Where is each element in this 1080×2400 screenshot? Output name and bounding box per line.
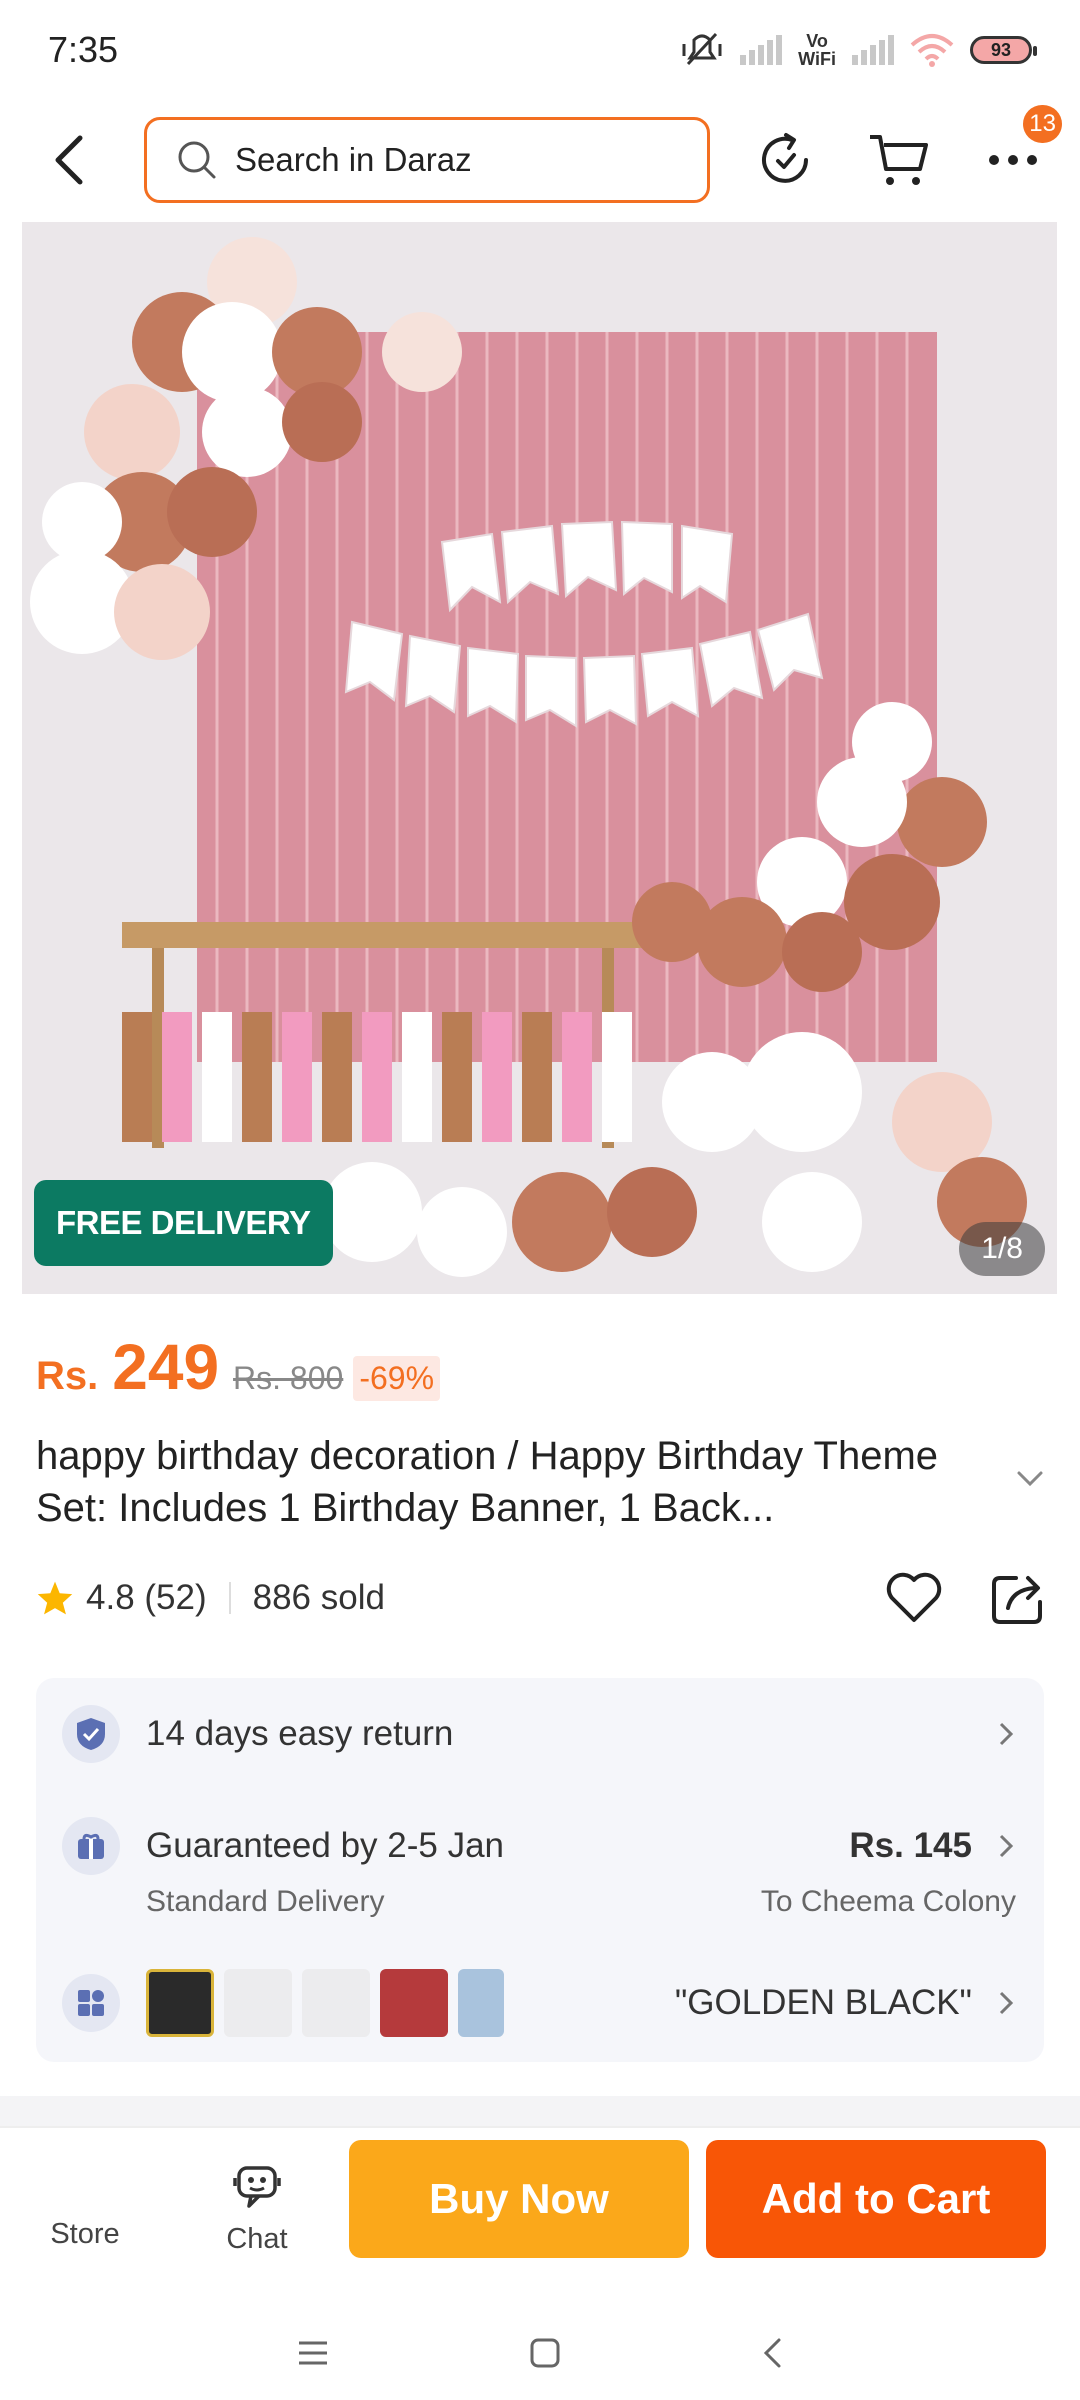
delivery-type: Standard Delivery [146, 1885, 385, 1918]
recent-history-button[interactable] [740, 115, 830, 205]
more-menu-button[interactable]: 13 [968, 105, 1062, 205]
system-nav-bar [0, 2306, 1080, 2400]
variant-swatch-golden-black[interactable] [146, 1969, 214, 2037]
image-counter: 1/8 [959, 1222, 1045, 1276]
delivery-box-icon [62, 1817, 120, 1875]
variant-swatch-empty[interactable] [224, 1969, 292, 2037]
status-icons: Vo WiFi 93 [680, 30, 1037, 70]
variant-row[interactable]: "GOLDEN BLACK" [36, 1968, 1044, 2038]
battery-icon: 93 [970, 36, 1037, 64]
delivery-sub-row: Standard Delivery To Cheema Colony [36, 1878, 1044, 1926]
back-nav-icon[interactable] [761, 2337, 783, 2369]
menu-nav-icon[interactable] [297, 2339, 329, 2367]
product-photo [22, 222, 1057, 1294]
shield-check-icon [62, 1705, 120, 1763]
store-button[interactable]: Store [10, 2158, 160, 2251]
chevron-right-icon [999, 1722, 1014, 1746]
discount-badge: -69% [353, 1356, 441, 1401]
expand-title-chevron-icon[interactable] [1016, 1470, 1044, 1488]
free-delivery-badge: FREE DELIVERY [34, 1180, 333, 1266]
variant-swatch-red[interactable] [380, 1969, 448, 2037]
home-nav-icon[interactable] [529, 2337, 561, 2369]
product-title[interactable]: happy birthday decoration / Happy Birthd… [36, 1430, 1006, 1534]
wishlist-heart-icon[interactable] [884, 1570, 944, 1624]
price-row: Rs. 249 Rs. 800 -69% [36, 1330, 441, 1404]
delivery-row[interactable]: Guaranteed by 2-5 Jan Rs. 145 [36, 1816, 1044, 1876]
star-icon [37, 1581, 73, 1615]
more-dots-icon [989, 155, 1037, 165]
vowifi-icon: Vo WiFi [798, 31, 836, 69]
search-icon [178, 141, 216, 179]
variant-swatch-blue[interactable] [458, 1969, 504, 2037]
back-button[interactable] [20, 110, 120, 210]
mute-vibrate-icon [682, 32, 722, 66]
delivery-fee: Rs. 145 [849, 1826, 972, 1865]
battery-level: 93 [990, 39, 1012, 60]
chevron-right-icon [999, 1991, 1014, 2015]
signal-icon-2 [852, 35, 894, 65]
bottom-action-bar: Store Chat Buy Now Add to Cart [0, 2126, 1080, 2306]
history-icon [762, 133, 808, 183]
currency-label: Rs. [36, 1354, 99, 1398]
store-label: Store [50, 2218, 120, 2250]
service-info-card: 14 days easy return Guaranteed by 2-5 Ja… [36, 1678, 1044, 2062]
original-price: Rs. 800 [233, 1360, 344, 1396]
rating-row: 4.8 (52) 886 sold [36, 1568, 1046, 1628]
variants-grid-icon [62, 1974, 120, 2032]
product-image-gallery[interactable]: FREE DELIVERY 1/8 [22, 222, 1057, 1294]
chat-button[interactable]: Chat [182, 2158, 332, 2256]
add-to-cart-button[interactable]: Add to Cart [706, 2140, 1046, 2258]
selected-variant: "GOLDEN BLACK" [674, 1983, 972, 2022]
status-bar: 7:35 Vo WiFi 93 [0, 0, 1080, 100]
chat-label: Chat [226, 2223, 288, 2255]
search-placeholder: Search in Daraz [235, 141, 472, 178]
back-arrow-icon [55, 135, 83, 185]
share-icon[interactable] [990, 1570, 1046, 1626]
buy-now-button[interactable]: Buy Now [349, 2140, 689, 2258]
rating-divider [228, 1582, 231, 1614]
header: Search in Daraz 13 [0, 100, 1080, 220]
search-input[interactable]: Search in Daraz [144, 117, 710, 203]
cart-icon [870, 135, 928, 185]
wifi-icon [910, 34, 954, 67]
notification-badge: 13 [1023, 105, 1062, 143]
variant-swatch-empty[interactable] [302, 1969, 370, 2037]
return-policy-text: 14 days easy return [146, 1714, 454, 1753]
signal-icon [740, 35, 783, 65]
section-separator [0, 2096, 1080, 2126]
sold-count: 886 sold [252, 1578, 385, 1617]
delivery-location[interactable]: To Cheema Colony [761, 1885, 1016, 1919]
return-policy-row[interactable]: 14 days easy return [36, 1704, 1044, 1764]
delivery-guarantee: Guaranteed by 2-5 Jan [146, 1826, 505, 1865]
store-icon [10, 2158, 160, 2210]
chevron-right-icon [999, 1834, 1014, 1858]
rating-value[interactable]: 4.8 (52) [86, 1578, 207, 1618]
cart-button[interactable] [854, 115, 944, 205]
status-time: 7:35 [48, 29, 119, 70]
current-price: 249 [112, 1331, 220, 1403]
chat-robot-icon [233, 2166, 281, 2208]
